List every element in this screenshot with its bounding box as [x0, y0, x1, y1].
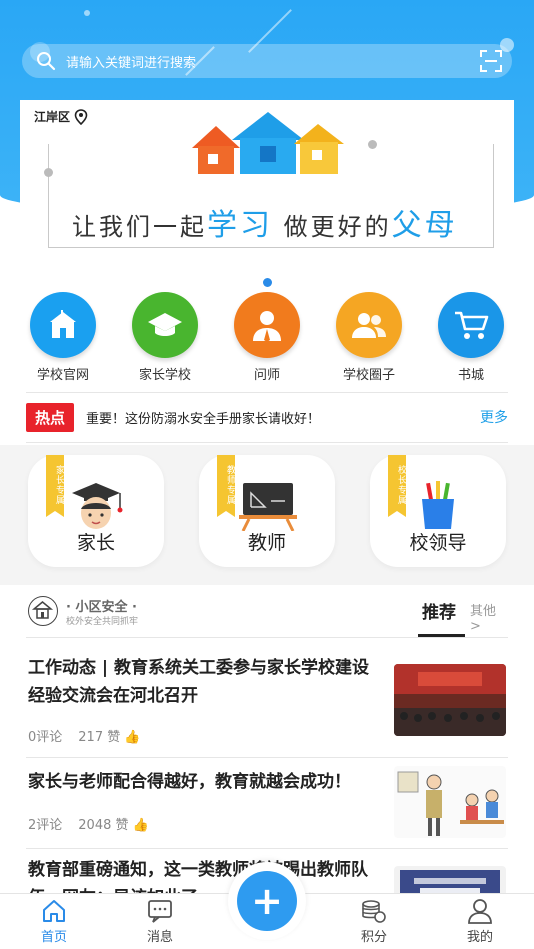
- quick-menu: 学校官网 家长学校 问师 学校圈子 书城: [0, 292, 534, 390]
- quick-item-school-circle[interactable]: 学校圈子: [324, 292, 414, 390]
- role-card-principal[interactable]: 校长专属 校领导: [370, 455, 506, 567]
- tab-label: 我的: [466, 930, 493, 945]
- people-icon: [336, 292, 402, 358]
- school-icon: [30, 292, 96, 358]
- section-subtitle: 校外安全共同抓牢: [66, 617, 139, 627]
- home-icon: [43, 900, 65, 922]
- banner-slogan: 让我们一起学习 做更好的父母: [72, 208, 458, 243]
- teacher-icon: [234, 292, 300, 358]
- hot-news-bar[interactable]: 热点 重要！这份防溺水安全手册家长请收好！ 更多: [26, 400, 508, 434]
- tab-label: 积分: [360, 930, 387, 945]
- pen-holder-icon: [422, 481, 454, 529]
- message-icon: [148, 900, 172, 923]
- graduation-cap-icon: [132, 292, 198, 358]
- role-title: 校领导: [409, 532, 467, 554]
- banner-carousel[interactable]: 江岸区 让我们一起学习 做更好的父母: [20, 100, 514, 258]
- houses-illustration: [192, 112, 344, 174]
- app-screen: 请输入关键词进行搜索 江岸区 让我们一起学习 做更好的父母 学校官网 家长学校 …: [0, 0, 534, 949]
- role-title: 教师: [247, 532, 286, 554]
- user-icon: [468, 899, 492, 924]
- cart-icon: [438, 292, 504, 358]
- role-ribbon: 校长专属: [388, 455, 406, 517]
- thumb-up-icon: 👍: [132, 818, 149, 833]
- blackboard-icon: [239, 483, 297, 531]
- tab-label: 首页: [40, 930, 67, 945]
- role-entry-panel: 家长专属 家长 教师专属 教师 校长专属 校领导: [0, 445, 534, 585]
- hot-tag: 热点: [26, 402, 75, 432]
- location-selector[interactable]: 江岸区: [34, 108, 88, 125]
- quick-item-label: 学校官网: [36, 368, 89, 383]
- tab-points[interactable]: 积分: [344, 898, 404, 945]
- news-headline[interactable]: 家长与老师配合得越好，教育就越会成功！: [28, 768, 384, 796]
- tab-messages[interactable]: 消息: [130, 898, 190, 945]
- news-item[interactable]: 家长与老师配合得越好，教育就越会成功！ 2评论 2048 赞 👍: [26, 766, 508, 846]
- news-likes[interactable]: 2048 赞 👍: [78, 814, 149, 833]
- news-headline[interactable]: 工作动态 | 教育系统关工委参与家长学校建设经验交流会在河北召开: [28, 654, 384, 710]
- divider: [26, 637, 508, 638]
- quick-item-label: 问师: [253, 368, 280, 383]
- role-ribbon: 教师专属: [217, 455, 235, 517]
- news-item[interactable]: 工作动态 | 教育系统关工委参与家长学校建设经验交流会在河北召开 0评论 217…: [26, 654, 508, 754]
- divider: [26, 442, 508, 443]
- location-label: 江岸区: [34, 110, 71, 124]
- carousel-indicator: [263, 278, 272, 287]
- divider: [26, 392, 508, 393]
- divider: [26, 757, 508, 758]
- divider: [26, 848, 508, 849]
- location-pin-icon: [74, 108, 88, 125]
- tab-home[interactable]: 首页: [24, 898, 84, 945]
- tab-mine[interactable]: 我的: [450, 898, 510, 945]
- scan-icon[interactable]: [480, 50, 502, 72]
- thumb-up-icon: 👍: [124, 730, 141, 745]
- news-meta: 0评论 217 赞 👍: [28, 726, 141, 745]
- quick-item-label: 书城: [457, 368, 484, 383]
- role-title: 家长: [76, 532, 115, 554]
- community-house-icon: [28, 596, 58, 626]
- quick-item-ask-teacher[interactable]: 问师: [222, 292, 312, 390]
- hot-news-text[interactable]: 重要！这份防溺水安全手册家长请收好！: [86, 408, 480, 427]
- fab-container: +: [228, 862, 306, 940]
- section-header: · 小区安全 · 校外安全共同抓牢 推荐 其他 >: [26, 590, 508, 637]
- news-comments: 0评论: [28, 730, 63, 745]
- news-comments: 2评论: [28, 818, 63, 833]
- add-button[interactable]: +: [237, 871, 297, 931]
- news-likes[interactable]: 217 赞 👍: [78, 726, 140, 745]
- role-card-parent[interactable]: 家长专属 家长: [28, 455, 164, 567]
- more-link[interactable]: 更多: [480, 407, 508, 427]
- tab-other[interactable]: 其他 >: [470, 600, 508, 634]
- banner-frame-dot: [44, 168, 53, 177]
- news-meta: 2评论 2048 赞 👍: [28, 814, 149, 833]
- quick-item-school-site[interactable]: 学校官网: [18, 292, 108, 390]
- tab-label: 消息: [146, 930, 173, 945]
- role-ribbon: 家长专属: [46, 455, 64, 517]
- quick-item-parent-school[interactable]: 家长学校: [120, 292, 210, 390]
- news-thumbnail: [394, 766, 506, 838]
- role-card-teacher[interactable]: 教师专属 教师: [199, 455, 335, 567]
- section-name: · 小区安全 ·: [66, 600, 137, 615]
- banner-frame-dot: [368, 140, 377, 149]
- quick-item-label: 学校圈子: [342, 368, 395, 383]
- quick-item-label: 家长学校: [138, 368, 191, 383]
- tab-recommended[interactable]: 推荐: [422, 598, 456, 623]
- news-thumbnail: [394, 664, 506, 736]
- parent-avatar-icon: [72, 483, 123, 529]
- coins-icon: [362, 900, 386, 923]
- quick-item-bookstore[interactable]: 书城: [426, 292, 516, 390]
- search-input[interactable]: 请输入关键词进行搜索: [66, 52, 196, 71]
- search-bar[interactable]: 请输入关键词进行搜索: [22, 44, 512, 78]
- search-icon: [37, 52, 56, 71]
